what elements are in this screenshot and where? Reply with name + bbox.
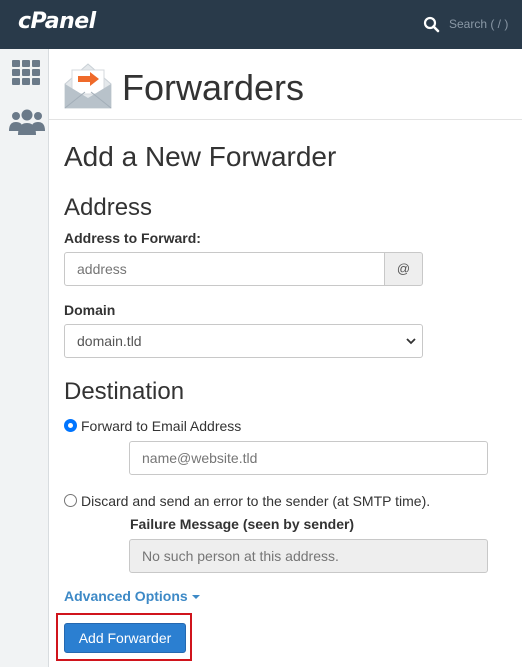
caret-down-icon [191,595,200,599]
cpanel-logo[interactable]: cPanel [18,9,96,34]
address-label: Address to Forward: [64,230,201,246]
forward-radio[interactable] [64,419,77,432]
domain-select-value: domain.tld [77,333,142,349]
advanced-options-label: Advanced Options [64,588,188,604]
forward-email-input[interactable] [129,441,488,475]
top-bar: cPanel Search ( / ) [0,0,522,49]
address-section-heading: Address [64,194,153,221]
discard-option[interactable]: Discard and send an error to the sender … [64,493,430,509]
discard-option-label: Discard and send an error to the sender … [81,493,431,509]
highlight-box: Add Forwarder [56,613,192,661]
header-divider [49,119,522,120]
form-heading: Add a New Forwarder [64,141,337,172]
advanced-options-toggle[interactable]: Advanced Options [64,588,200,604]
page-title: Forwarders [122,67,305,108]
sidebar [0,49,49,667]
email-forward-icon [64,63,112,109]
add-forwarder-button[interactable]: Add Forwarder [64,623,186,653]
search-icon[interactable] [423,16,440,33]
search-input[interactable]: Search ( / ) [449,17,508,31]
discard-radio[interactable] [64,494,77,507]
failure-message-label: Failure Message (seen by sender) [130,516,355,532]
failure-message-input[interactable] [129,539,488,573]
forward-option[interactable]: Forward to Email Address [64,418,241,434]
grid-icon[interactable] [12,60,40,85]
destination-section-heading: Destination [64,378,185,405]
forward-option-label: Forward to Email Address [81,418,242,434]
domain-label: Domain [64,302,116,318]
users-icon[interactable] [9,109,45,135]
at-symbol-addon: @ [384,252,423,286]
domain-select[interactable]: domain.tld [64,324,423,358]
chevron-down-icon [406,338,416,345]
address-input[interactable] [64,252,385,286]
